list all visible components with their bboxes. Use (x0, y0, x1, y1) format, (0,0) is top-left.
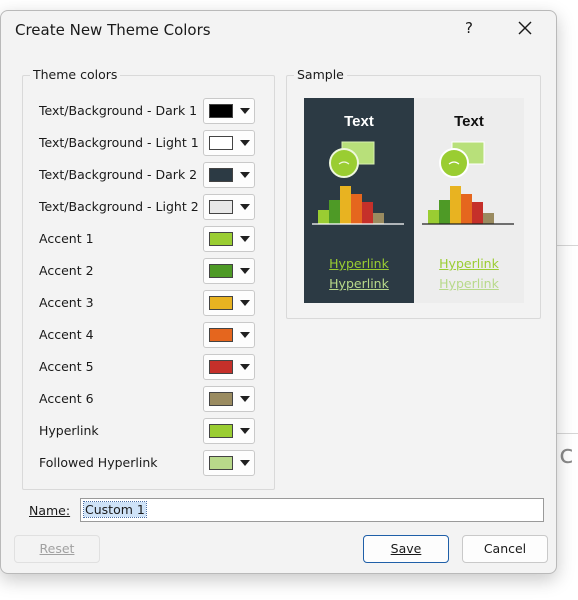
color-swatch (209, 424, 233, 438)
color-row-followed-hyperlink: Followed Hyperlink (39, 450, 279, 476)
reset-button-label: Reset (39, 541, 75, 556)
color-swatch (209, 296, 233, 310)
sample-light-panel: Text Hyperlink Hyperlink (414, 98, 524, 303)
save-button[interactable]: Save (363, 535, 449, 563)
sample-hyperlink: Hyperlink (329, 256, 389, 271)
color-row-label: Accent 3 (39, 295, 94, 310)
save-button-label: Save (390, 541, 422, 556)
color-picker-light2[interactable] (203, 194, 255, 220)
color-swatch (209, 456, 233, 470)
color-swatch (209, 200, 233, 214)
color-picker-accent4[interactable] (203, 322, 255, 348)
dropdown-arrow-icon (240, 300, 250, 306)
color-picker-hyperlink[interactable] (203, 418, 255, 444)
name-input-value: Custom 1 (83, 501, 147, 518)
sample-text: Text (454, 113, 484, 130)
name-label-text: Name: (29, 503, 71, 518)
dropdown-arrow-icon (240, 172, 250, 178)
color-row-label: Accent 6 (39, 391, 94, 406)
color-row-label: Accent 5 (39, 359, 94, 374)
color-row-accent5: Accent 5 (39, 354, 279, 380)
dropdown-arrow-icon (240, 140, 250, 146)
color-swatch (209, 392, 233, 406)
background-divider (555, 433, 578, 434)
color-swatch (209, 104, 233, 118)
color-row-label: Accent 4 (39, 327, 94, 342)
color-picker-accent1[interactable] (203, 226, 255, 252)
color-row-label: Accent 2 (39, 263, 94, 278)
color-row-label: Hyperlink (39, 423, 99, 438)
theme-colors-group-title: Theme colors (30, 67, 121, 82)
sample-group: Sample Text Hyperlink Hyperlink Text Hyp… (286, 67, 541, 319)
dropdown-arrow-icon (240, 332, 250, 338)
color-picker-followed-hyperlink[interactable] (203, 450, 255, 476)
color-row-accent3: Accent 3 (39, 290, 279, 316)
color-row-label: Followed Hyperlink (39, 455, 158, 470)
close-button[interactable] (514, 17, 536, 39)
color-swatch (209, 168, 233, 182)
color-row-label: Accent 1 (39, 231, 94, 246)
dropdown-arrow-icon (240, 460, 250, 466)
name-input[interactable]: Custom 1 (80, 498, 544, 522)
color-picker-accent3[interactable] (203, 290, 255, 316)
color-row-hyperlink: Hyperlink (39, 418, 279, 444)
sample-hyperlink: Hyperlink (439, 256, 499, 271)
color-swatch (209, 136, 233, 150)
color-picker-light1[interactable] (203, 130, 255, 156)
dropdown-arrow-icon (240, 236, 250, 242)
dropdown-arrow-icon (240, 364, 250, 370)
sample-text: Text (344, 113, 374, 130)
color-row-dark2: Text/Background - Dark 2 (39, 162, 279, 188)
dropdown-arrow-icon (240, 204, 250, 210)
color-row-light1: Text/Background - Light 1 (39, 130, 279, 156)
sample-shapes-graphic (312, 141, 404, 225)
color-row-label: Text/Background - Light 2 (39, 199, 199, 214)
dropdown-arrow-icon (240, 108, 250, 114)
color-row-label: Text/Background - Dark 2 (39, 167, 198, 182)
name-label: Name: (29, 503, 70, 518)
color-swatch (209, 232, 233, 246)
reset-button[interactable]: Reset (14, 535, 100, 563)
color-row-accent4: Accent 4 (39, 322, 279, 348)
color-swatch (209, 328, 233, 342)
sample-followed-hyperlink: Hyperlink (329, 276, 389, 291)
dialog-title: Create New Theme Colors (15, 21, 211, 39)
color-row-accent6: Accent 6 (39, 386, 279, 412)
sample-group-title: Sample (294, 67, 347, 82)
color-row-accent1: Accent 1 (39, 226, 279, 252)
color-picker-accent2[interactable] (203, 258, 255, 284)
dropdown-arrow-icon (240, 396, 250, 402)
sample-followed-hyperlink: Hyperlink (439, 276, 499, 291)
dropdown-arrow-icon (240, 428, 250, 434)
color-picker-accent5[interactable] (203, 354, 255, 380)
cancel-button-label: Cancel (483, 541, 527, 556)
background-divider (555, 245, 578, 246)
dropdown-arrow-icon (240, 268, 250, 274)
create-theme-colors-dialog: Create New Theme Colors ? Theme colors T… (0, 10, 557, 574)
theme-colors-group: Theme colors Text/Background - Dark 1 Te… (22, 67, 275, 490)
color-row-label: Text/Background - Light 1 (39, 135, 199, 150)
help-button[interactable]: ? (459, 17, 479, 39)
color-picker-dark1[interactable] (203, 98, 255, 124)
sample-dark-panel: Text Hyperlink Hyperlink (304, 98, 414, 303)
color-swatch (209, 360, 233, 374)
sample-shapes-graphic (422, 141, 514, 225)
color-row-dark1: Text/Background - Dark 1 (39, 98, 279, 124)
color-row-light2: Text/Background - Light 2 (39, 194, 279, 220)
color-row-accent2: Accent 2 (39, 258, 279, 284)
color-picker-dark2[interactable] (203, 162, 255, 188)
close-icon (518, 21, 532, 35)
color-swatch (209, 264, 233, 278)
color-picker-accent6[interactable] (203, 386, 255, 412)
color-row-label: Text/Background - Dark 1 (39, 103, 198, 118)
cancel-button[interactable]: Cancel (462, 535, 548, 563)
